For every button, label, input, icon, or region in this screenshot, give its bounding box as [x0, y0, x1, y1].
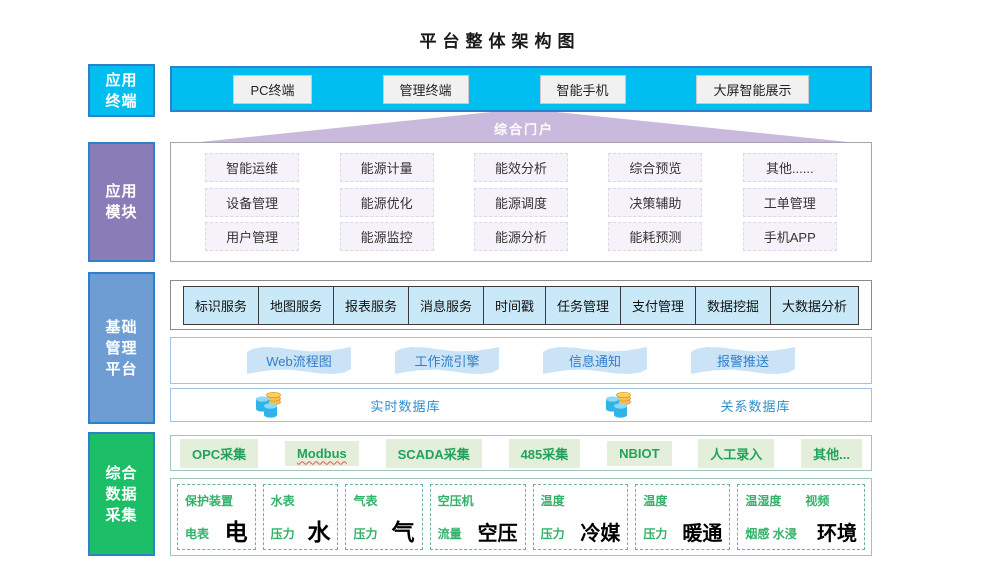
- service-cell: 数据挖掘: [695, 286, 771, 325]
- device-sensors: 压力: [271, 525, 295, 544]
- device-sensors: 压力: [353, 525, 377, 544]
- device-sensors: 流量: [438, 525, 462, 544]
- services-table: 标识服务 地图服务 报表服务 消息服务 时间戳 任务管理 支付管理 数据挖掘 大…: [183, 286, 859, 325]
- section-label-modules: 应用 模块: [88, 142, 155, 262]
- device-cell-gas: 气表 压力 气: [345, 484, 422, 550]
- module-item: 设备管理: [205, 188, 299, 217]
- middleware-tag-web-flow: Web流程图: [247, 347, 351, 374]
- device-cell-refrigerant: 温度 压力 冷媒: [533, 484, 629, 550]
- device-sensors: 压力: [643, 525, 667, 544]
- device-sensors: 烟感 水浸: [745, 525, 796, 544]
- middleware-tag-workflow-engine: 工作流引擎: [395, 347, 499, 374]
- database-label-realtime: 实时数据库: [370, 396, 440, 415]
- portal-banner: 综合门户: [200, 112, 848, 142]
- device-cell-hvac: 温度 压力 暖通: [635, 484, 730, 550]
- protocol-item-modbus: Modbus: [285, 441, 359, 466]
- module-item: 能效分析: [474, 153, 568, 182]
- device-sensors: 压力: [541, 525, 565, 544]
- protocol-item-485: 485采集: [509, 439, 581, 468]
- service-cell: 消息服务: [408, 286, 484, 325]
- service-cell: 标识服务: [183, 286, 259, 325]
- database-label-relational: 关系数据库: [720, 396, 790, 415]
- database-icon: [601, 389, 635, 421]
- section-label-terminals: 应用 终端: [88, 64, 155, 117]
- protocol-item-manual: 人工录入: [698, 439, 774, 468]
- protocol-item-other: 其他...: [801, 439, 862, 468]
- device-sensors: 电表: [185, 525, 209, 544]
- module-item: 能源计量: [340, 153, 434, 182]
- database-icon: [251, 389, 285, 421]
- terminal-bar: PC终端 管理终端 智能手机 大屏智能展示: [170, 66, 872, 112]
- portal-label: 综合门户: [494, 119, 554, 138]
- service-cell: 报表服务: [333, 286, 409, 325]
- module-item: 用户管理: [205, 222, 299, 251]
- device-sensors: 气表: [353, 492, 414, 509]
- module-item: 其他......: [743, 153, 837, 182]
- terminal-item-pc: PC终端: [233, 75, 311, 104]
- module-item: 手机APP: [743, 222, 837, 251]
- module-item: 能源调度: [474, 188, 568, 217]
- device-category: 电: [225, 521, 248, 544]
- device-cell-water: 水表 压力 水: [263, 484, 339, 550]
- module-item: 工单管理: [743, 188, 837, 217]
- terminal-item-smartphone: 智能手机: [540, 75, 626, 104]
- page-title: 平台整体架构图: [0, 27, 1000, 52]
- section-label-collection: 综合 数据 采集: [88, 432, 155, 556]
- device-sensors: 温湿度 视频: [745, 492, 857, 509]
- service-cell: 支付管理: [620, 286, 696, 325]
- protocols-box: OPC采集 Modbus SCADA采集 485采集 NBIOT 人工录入 其他…: [170, 435, 872, 471]
- databases-box: 实时数据库 关系数据库: [170, 388, 872, 422]
- section-label-platform: 基础 管理 平台: [88, 272, 155, 424]
- module-item: 能源分析: [474, 222, 568, 251]
- device-sensors: 保护装置: [185, 492, 248, 509]
- modules-box: 智能运维 能源计量 能效分析 综合预览 其他...... 设备管理 能源优化 能…: [170, 142, 872, 262]
- device-category: 气: [392, 521, 415, 544]
- service-cell: 大数据分析: [770, 286, 859, 325]
- protocol-item-nbiot: NBIOT: [607, 441, 671, 466]
- terminal-item-management: 管理终端: [383, 75, 469, 104]
- device-sensors: 温度: [643, 492, 722, 509]
- device-category: 冷媒: [580, 524, 620, 544]
- service-cell: 地图服务: [258, 286, 334, 325]
- module-item: 能源监控: [340, 222, 434, 251]
- terminal-item-bigscreen: 大屏智能展示: [696, 75, 808, 104]
- middleware-tag-notification: 信息通知: [543, 347, 647, 374]
- device-sensors: 温度: [541, 492, 621, 509]
- device-category: 空压: [478, 524, 518, 544]
- device-cell-electricity: 保护装置 电表 电: [177, 484, 256, 550]
- database-group-realtime: 实时数据库: [171, 389, 521, 421]
- module-item: 智能运维: [205, 153, 299, 182]
- device-category: 暖通: [682, 524, 722, 544]
- service-cell: 任务管理: [545, 286, 621, 325]
- device-cell-environment: 温湿度 视频 烟感 水浸 环境: [737, 484, 865, 550]
- device-sensors: 空压机: [438, 492, 518, 509]
- device-category: 环境: [817, 524, 857, 544]
- module-item: 能源优化: [340, 188, 434, 217]
- middleware-box: Web流程图 工作流引擎 信息通知 报警推送: [170, 337, 872, 384]
- module-item: 能耗预测: [608, 222, 702, 251]
- middleware-tag-alarm-push: 报警推送: [691, 347, 795, 374]
- architecture-diagram: 平台整体架构图 应用 终端 应用 模块 基础 管理 平台 综合 数据 采集 PC…: [0, 0, 1000, 563]
- devices-box: 保护装置 电表 电 水表 压力 水 气表 压力 气 空压机 流量 空压: [170, 478, 872, 556]
- device-category: 水: [307, 521, 330, 544]
- device-sensors: 水表: [271, 492, 331, 509]
- services-box: 标识服务 地图服务 报表服务 消息服务 时间戳 任务管理 支付管理 数据挖掘 大…: [170, 280, 872, 330]
- protocol-item-scada: SCADA采集: [386, 439, 482, 468]
- protocol-item-opc: OPC采集: [180, 439, 258, 468]
- database-group-relational: 关系数据库: [521, 389, 871, 421]
- module-item: 决策辅助: [608, 188, 702, 217]
- service-cell: 时间戳: [483, 286, 546, 325]
- module-item: 综合预览: [608, 153, 702, 182]
- device-cell-air-compression: 空压机 流量 空压: [430, 484, 526, 550]
